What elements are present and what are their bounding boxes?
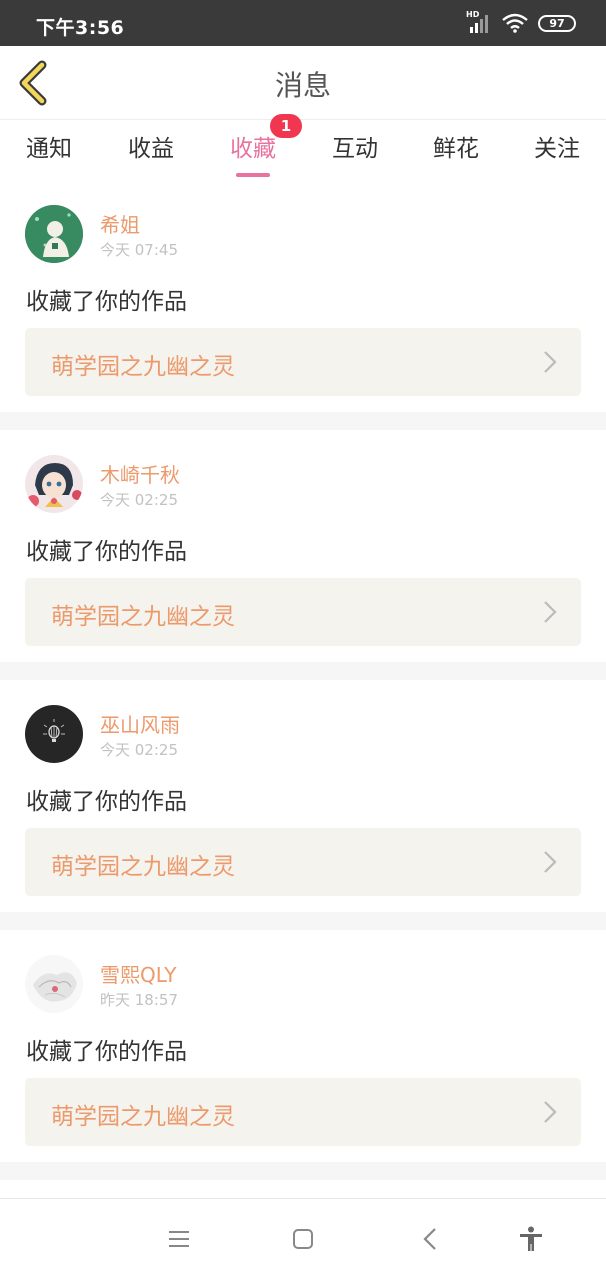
message-item: 希姐 今天 07:45 收藏了你的作品 萌学园之九幽之灵 — [0, 181, 606, 413]
message-item: 木崎千秋 今天 02:25 收藏了你的作品 萌学园之九幽之灵 — [0, 431, 606, 663]
tab-label: 收藏 — [230, 136, 276, 162]
tab-follows[interactable]: 关注 — [534, 129, 580, 163]
accessibility-icon[interactable] — [517, 1225, 545, 1253]
work-title: 萌学园之九幽之灵 — [51, 604, 235, 630]
page-title: 消息 — [274, 69, 331, 102]
divider — [0, 662, 606, 680]
cell-signal-icon: HD — [466, 10, 492, 33]
work-title: 萌学园之九幽之灵 — [51, 354, 235, 380]
message-text: 收藏了你的作品 — [26, 289, 187, 315]
chevron-right-icon — [544, 351, 557, 373]
chevron-right-icon — [544, 851, 557, 873]
status-bar: 下午3:56 HD 97 — [0, 0, 606, 46]
divider — [0, 912, 606, 930]
work-title: 萌学园之九幽之灵 — [51, 854, 235, 880]
tab-earnings[interactable]: 收益 — [128, 129, 174, 163]
work-link-card[interactable]: 萌学园之九幽之灵 — [25, 828, 581, 896]
timestamp: 今天 02:25 — [100, 491, 178, 509]
battery-icon: 97 — [538, 14, 576, 32]
tab-label: 通知 — [26, 136, 72, 162]
back-icon[interactable] — [417, 1225, 445, 1253]
battery-level: 97 — [549, 16, 565, 30]
status-time: 下午3:56 — [36, 17, 125, 39]
work-link-card[interactable]: 萌学园之九幽之灵 — [25, 578, 581, 646]
system-navigation-bar — [0, 1198, 606, 1280]
menu-icon[interactable] — [165, 1225, 193, 1253]
message-text: 收藏了你的作品 — [26, 789, 187, 815]
message-text: 收藏了你的作品 — [26, 539, 187, 565]
tab-label: 互动 — [332, 136, 378, 162]
system-icons: HD 97 — [466, 10, 576, 33]
active-tab-indicator — [236, 173, 270, 177]
timestamp: 今天 02:25 — [100, 741, 178, 759]
tab-label: 收益 — [128, 136, 174, 162]
avatar[interactable] — [25, 205, 83, 263]
avatar[interactable] — [25, 705, 83, 763]
divider — [0, 1162, 606, 1180]
timestamp: 昨天 18:57 — [100, 991, 178, 1009]
work-link-card[interactable]: 萌学园之九幽之灵 — [25, 1078, 581, 1146]
unread-badge: 1 — [270, 114, 302, 138]
wifi-icon — [502, 13, 528, 33]
avatar[interactable] — [25, 455, 83, 513]
tab-interactions[interactable]: 互动 — [332, 129, 378, 163]
avatar[interactable] — [25, 955, 83, 1013]
tab-flowers[interactable]: 鲜花 — [433, 129, 479, 163]
work-link-card[interactable]: 萌学园之九幽之灵 — [25, 328, 581, 396]
tab-label: 关注 — [534, 136, 580, 162]
tab-notifications[interactable]: 通知 — [26, 129, 72, 163]
tab-bar: 通知 收益 收藏 互动 鲜花 关注 — [0, 121, 606, 181]
work-title: 萌学园之九幽之灵 — [51, 1104, 235, 1130]
chevron-right-icon — [544, 601, 557, 623]
home-icon[interactable] — [289, 1225, 317, 1253]
username[interactable]: 希姐 — [100, 209, 140, 238]
tab-label: 鲜花 — [433, 136, 479, 162]
tab-favorites[interactable]: 收藏 — [230, 129, 276, 177]
top-app-bar: 消息 — [0, 46, 606, 120]
message-item: 巫山风雨 今天 02:25 收藏了你的作品 萌学园之九幽之灵 — [0, 681, 606, 913]
timestamp: 今天 07:45 — [100, 241, 178, 259]
message-item: 雪熙QLY 昨天 18:57 收藏了你的作品 萌学园之九幽之灵 — [0, 931, 606, 1163]
username[interactable]: 雪熙QLY — [100, 959, 176, 988]
username[interactable]: 巫山风雨 — [100, 709, 180, 738]
username[interactable]: 木崎千秋 — [100, 459, 180, 488]
chevron-right-icon — [544, 1101, 557, 1123]
divider — [0, 412, 606, 430]
message-text: 收藏了你的作品 — [26, 1039, 187, 1065]
